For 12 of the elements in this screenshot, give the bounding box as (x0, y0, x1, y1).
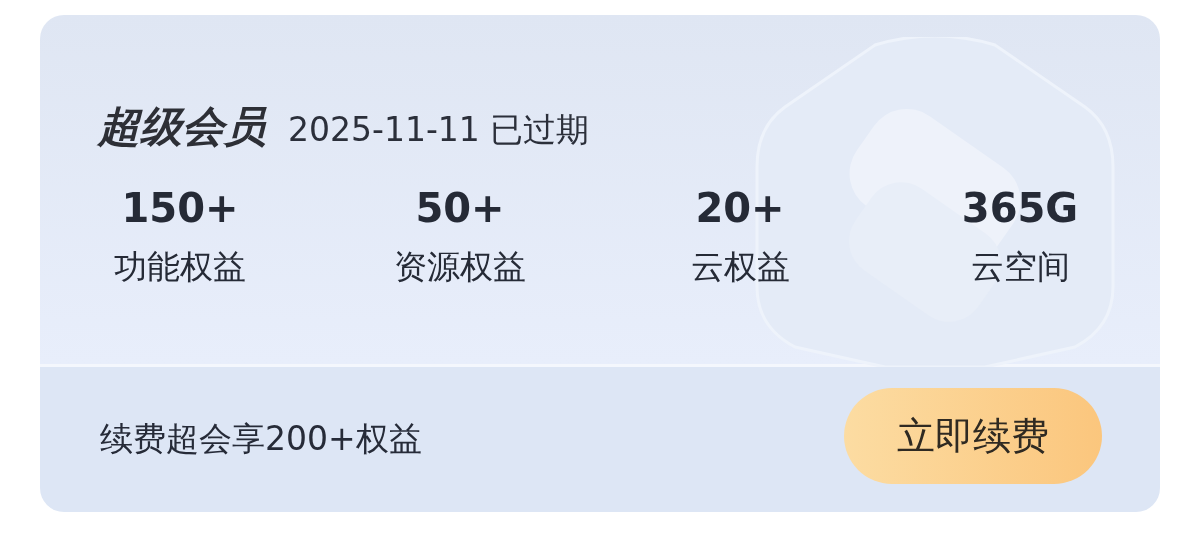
stat-value: 365G (961, 185, 1079, 231)
expiry-date: 2025-11-11 已过期 (288, 109, 590, 151)
stat-value: 150+ (121, 185, 239, 231)
stat-value: 50+ (415, 185, 505, 231)
stat-value: 20+ (695, 185, 785, 231)
stat-label: 功能权益 (114, 246, 246, 288)
membership-title: 超级会员 (98, 101, 266, 153)
stat-label: 资源权益 (394, 246, 526, 288)
stat-label: 云空间 (970, 246, 1070, 288)
promo-text: 续费超会享200+权益 (100, 418, 422, 460)
renew-button[interactable]: 立即续费 (844, 388, 1102, 484)
stat-label: 云权益 (690, 246, 790, 288)
